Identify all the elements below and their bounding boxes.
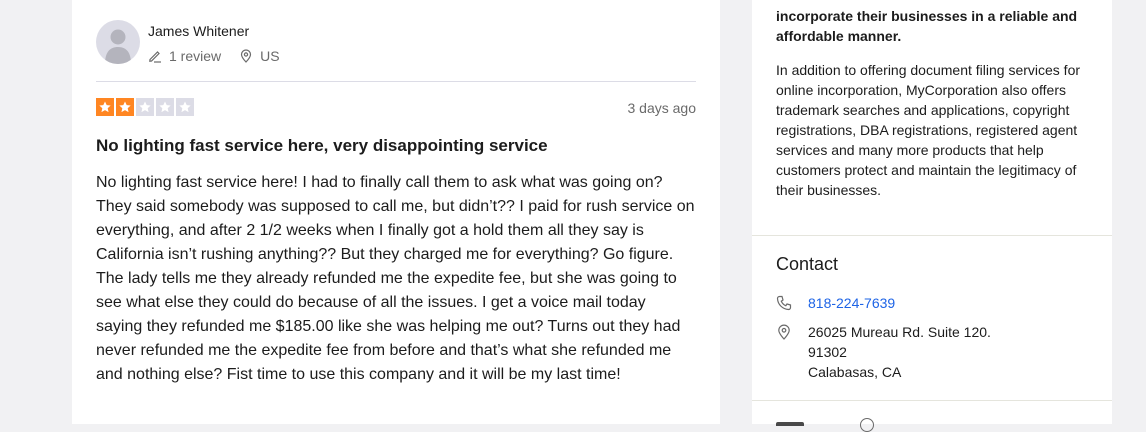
- about-description: In addition to offering document filing …: [776, 62, 1081, 198]
- info-icon[interactable]: [860, 418, 874, 432]
- reviewer-meta: 1 review US: [148, 47, 280, 65]
- divider: [96, 81, 696, 82]
- contact-phone-row: 818-224-7639: [776, 293, 895, 313]
- star-empty-icon: [176, 98, 194, 116]
- location-pin-icon: [776, 324, 792, 340]
- star-filled-icon: [96, 98, 114, 116]
- pencil-icon: [148, 49, 162, 63]
- phone-icon: [776, 295, 792, 311]
- contact-address-row: 26025 Mureau Rd. Suite 120. 91302 Calaba…: [776, 322, 991, 382]
- reviewer-name[interactable]: James Whitener: [148, 23, 249, 39]
- address: 26025 Mureau Rd. Suite 120. 91302 Calaba…: [808, 322, 991, 382]
- star-empty-icon: [156, 98, 174, 116]
- about-summary: incorporate their businesses in a reliab…: [776, 8, 1078, 44]
- location-pin-icon: [239, 49, 253, 63]
- divider: [752, 400, 1112, 401]
- company-sidebar: incorporate their businesses in a reliab…: [752, 0, 1112, 432]
- star-empty-icon: [136, 98, 154, 116]
- review-title[interactable]: No lighting fast service here, very disa…: [96, 136, 696, 156]
- star-rating: [96, 98, 194, 116]
- star-filled-icon: [116, 98, 134, 116]
- divider: [752, 235, 1112, 236]
- address-line-1: 26025 Mureau Rd. Suite 120.: [808, 324, 991, 340]
- review-count: 1 review: [169, 48, 222, 64]
- review-date: 3 days ago: [627, 100, 697, 116]
- avatar[interactable]: [96, 20, 140, 64]
- review-body: No lighting fast service here! I had to …: [96, 174, 695, 383]
- review-card: James Whitener 1 review US 3 days ago No…: [72, 0, 720, 424]
- address-line-3: Calabasas, CA: [808, 364, 902, 380]
- phone-link[interactable]: 818-224-7639: [808, 293, 895, 313]
- user-silhouette-icon: [105, 29, 131, 64]
- contact-heading: Contact: [776, 254, 839, 274]
- reviewer-country: US: [260, 48, 280, 64]
- address-line-2: 91302: [808, 344, 847, 360]
